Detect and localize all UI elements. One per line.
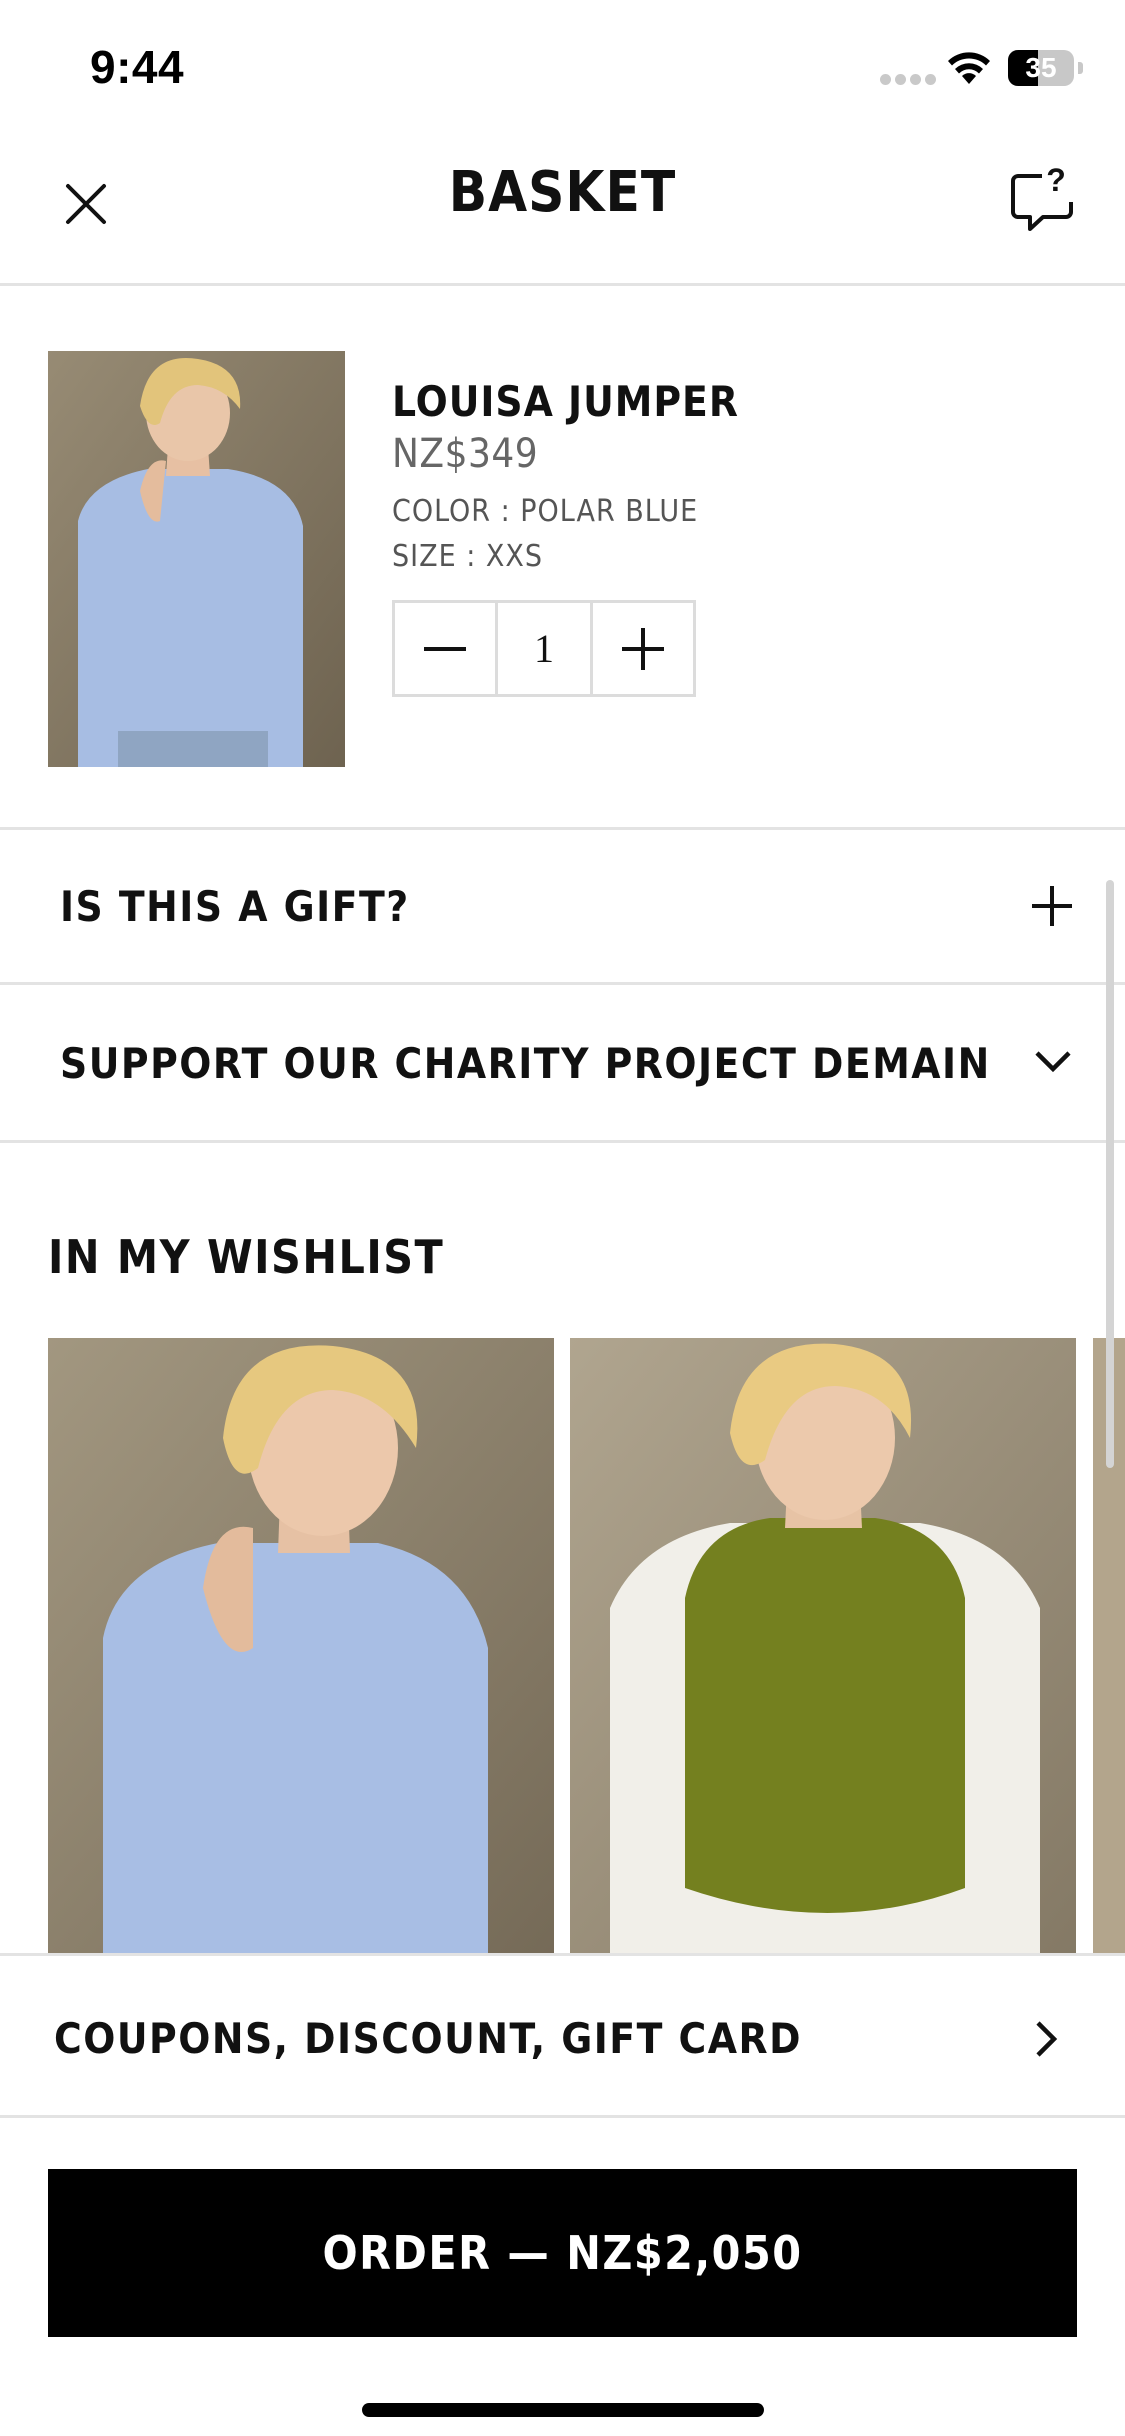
wishlist-carousel[interactable] [0, 1338, 1125, 1958]
help-chat-button[interactable]: ? [1008, 162, 1078, 240]
chevron-down-icon [1035, 1051, 1071, 1073]
page-title: BASKET [448, 160, 677, 225]
status-time: 9:44 [90, 41, 185, 93]
basket-item: LOUISA JUMPER NZ$349 COLOR : POLAR BLUE … [0, 289, 1125, 830]
plus-icon [622, 627, 664, 670]
battery-icon: 35 [1008, 50, 1083, 86]
increase-quantity-button[interactable] [593, 603, 693, 694]
minus-icon [424, 646, 466, 651]
chevron-right-icon [1036, 2021, 1058, 2057]
wishlist-title: IN MY WISHLIST [48, 1230, 445, 1284]
quantity-value: 1 [495, 603, 593, 694]
charity-project-label: SUPPORT OUR CHARITY PROJECT DEMAIN [60, 1039, 991, 1088]
scrollbar[interactable] [1106, 880, 1114, 1468]
svg-text:?: ? [1046, 164, 1066, 198]
order-button-label: ORDER — NZ$2,050 [322, 2226, 803, 2280]
checkout-footer: COUPONS, DISCOUNT, GIFT CARD ORDER — NZ$… [0, 1953, 1125, 2436]
product-name[interactable]: LOUISA JUMPER [392, 377, 739, 426]
product-color: COLOR : POLAR BLUE [392, 494, 699, 529]
quantity-stepper: 1 [392, 600, 696, 697]
order-button[interactable]: ORDER — NZ$2,050 [48, 2169, 1077, 2337]
home-indicator[interactable] [362, 2403, 764, 2417]
coupons-label: COUPONS, DISCOUNT, GIFT CARD [54, 2014, 802, 2063]
product-price: NZ$349 [392, 431, 539, 477]
plus-icon [1032, 886, 1072, 926]
product-image[interactable] [48, 351, 345, 767]
cellular-signal-icon [880, 74, 936, 86]
wishlist-item[interactable] [48, 1338, 554, 1958]
wishlist-item[interactable] [570, 1338, 1076, 1958]
battery-percent: 35 [1025, 52, 1057, 83]
status-bar: 9:44 35 [0, 0, 1125, 130]
charity-project-row[interactable]: SUPPORT OUR CHARITY PROJECT DEMAIN [0, 985, 1125, 1143]
decrease-quantity-button[interactable] [395, 603, 495, 694]
basket-header: BASKET ? [0, 130, 1125, 286]
gift-option-label: IS THIS A GIFT? [60, 882, 410, 931]
help-chat-icon: ? [1011, 162, 1073, 231]
wifi-icon [948, 52, 990, 84]
product-size: SIZE : XXS [392, 539, 543, 574]
coupons-row[interactable]: COUPONS, DISCOUNT, GIFT CARD [0, 1956, 1125, 2118]
gift-option-row[interactable]: IS THIS A GIFT? [0, 830, 1125, 985]
